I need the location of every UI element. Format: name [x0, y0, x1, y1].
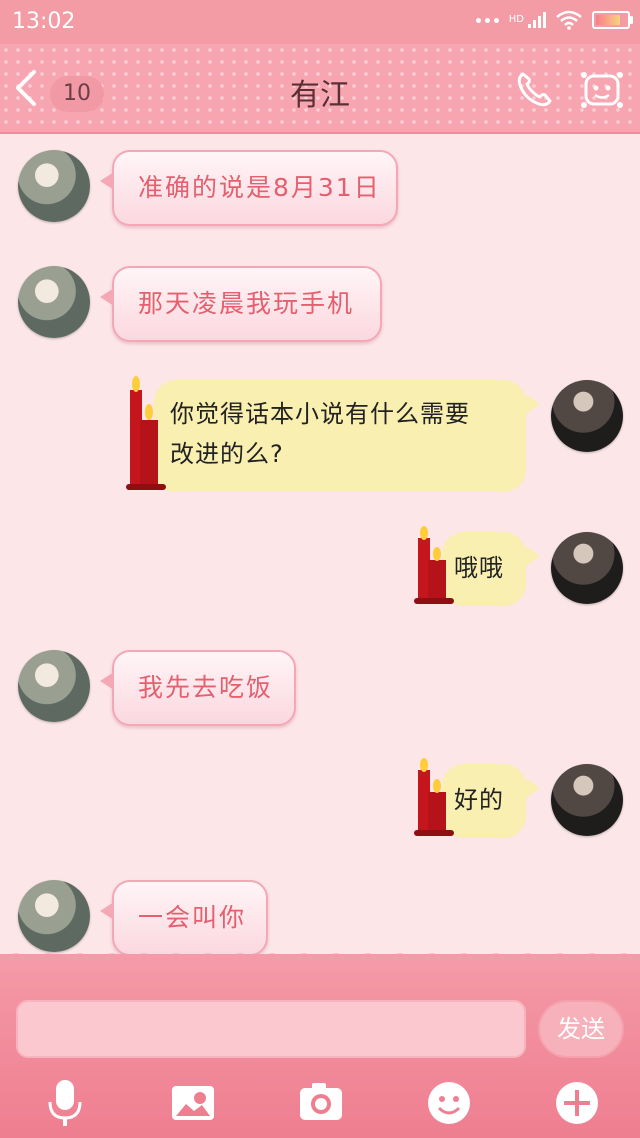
camera-icon[interactable] — [296, 1078, 346, 1128]
outgoing-message-bubble[interactable]: 你觉得话本小说有什么需要 改进的么? — [126, 376, 540, 492]
contact-profile-icon[interactable] — [580, 70, 624, 110]
outgoing-message-bubble[interactable]: 哦哦 — [414, 526, 540, 606]
more-dots-icon — [475, 17, 499, 23]
message-input[interactable] — [16, 1000, 526, 1058]
chat-header: 10 有江 — [0, 44, 640, 134]
plus-icon[interactable] — [552, 1078, 602, 1128]
incoming-message-bubble[interactable]: 那天凌晨我玩手机 — [100, 266, 382, 342]
composer-bar: 发送 — [0, 940, 640, 1138]
candle-decoration-icon — [126, 376, 166, 490]
phone-call-icon[interactable] — [514, 70, 554, 110]
status-icons: HD — [475, 10, 633, 30]
outgoing-message-line: 你觉得话本小说有什么需要 — [170, 400, 470, 428]
incoming-message-bubble[interactable]: 准确的说是8月31日 — [100, 150, 398, 226]
image-icon[interactable] — [168, 1078, 218, 1128]
my-avatar[interactable] — [551, 380, 623, 452]
outgoing-message-line: 改进的么? — [170, 440, 284, 468]
candle-decoration-icon — [414, 526, 454, 604]
status-bar: 13:02 HD — [0, 0, 640, 44]
cell-signal-icon — [528, 12, 546, 28]
status-time: 13:02 — [12, 9, 76, 34]
candle-decoration-icon — [414, 758, 454, 836]
outgoing-message-bubble[interactable]: 好的 — [414, 758, 540, 838]
network-type-label: HD — [508, 14, 524, 25]
contact-avatar[interactable] — [18, 266, 90, 338]
battery-icon — [592, 11, 633, 29]
my-avatar[interactable] — [551, 764, 623, 836]
emoji-icon[interactable] — [424, 1078, 474, 1128]
message-list[interactable]: 准确的说是8月31日 那天凌晨我玩手机 你觉得话本小说有什么需要 改进的么? 哦… — [0, 134, 640, 956]
decorative-wave — [0, 940, 640, 970]
send-button[interactable]: 发送 — [538, 1000, 624, 1058]
microphone-icon[interactable] — [40, 1078, 90, 1128]
wifi-icon — [556, 10, 582, 30]
incoming-message-bubble[interactable]: 我先去吃饭 — [100, 650, 296, 726]
contact-avatar[interactable] — [18, 150, 90, 222]
my-avatar[interactable] — [551, 532, 623, 604]
contact-avatar[interactable] — [18, 650, 90, 722]
